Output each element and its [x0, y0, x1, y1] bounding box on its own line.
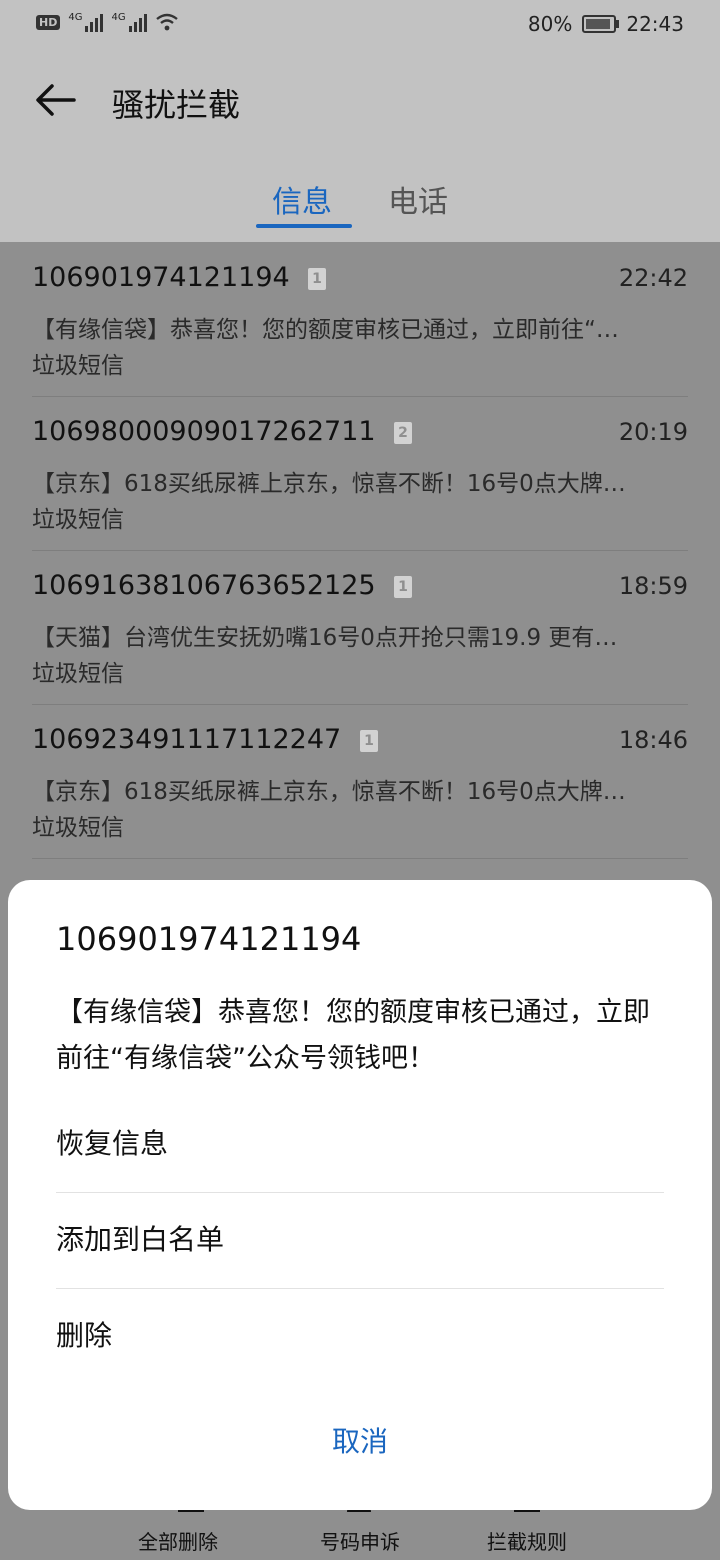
message-time: 20:19 [618, 418, 688, 446]
tab-calls[interactable]: 电话 [388, 177, 448, 221]
action-sheet: 106901974121194 【有缘信袋】恭喜您！您的额度审核已通过，立即前往… [8, 880, 712, 1510]
intercept-rules-button[interactable]: 拦截规则 [452, 1526, 602, 1555]
message-preview: 【京东】618买纸尿裤上京东，惊喜不断！16号0点大牌… [32, 471, 626, 497]
status-left: HD 4G 4G [36, 12, 179, 32]
spam-tag: 垃圾短信 [32, 507, 124, 533]
hd-icon: HD [36, 14, 61, 30]
tab-indicator [256, 224, 352, 228]
sheet-sender-number: 106901974121194 [56, 920, 362, 958]
sender-number: 10691638106763652125 [32, 570, 376, 601]
status-right: 80% 22:43 [528, 12, 684, 36]
spam-tag: 垃圾短信 [32, 815, 124, 841]
tab-bar: 信息 电话 [0, 177, 720, 228]
list-item[interactable]: 10698000909017262711 2 20:19 【京东】618买纸尿裤… [32, 396, 688, 551]
restore-message-button[interactable]: 恢复信息 [56, 1096, 664, 1193]
sim-card-icon: 1 [360, 730, 378, 752]
list-item[interactable]: 106901974121194 1 22:42 【有缘信袋】恭喜您！您的额度审核… [32, 242, 688, 397]
message-preview: 【有缘信袋】恭喜您！您的额度审核已通过，立即前往“… [32, 317, 619, 343]
back-arrow-icon[interactable] [34, 82, 78, 118]
sender-number: 106923491117112247 [32, 724, 342, 755]
wifi-icon [155, 13, 178, 31]
add-to-whitelist-button[interactable]: 添加到白名单 [56, 1192, 664, 1289]
delete-button[interactable]: 删除 [56, 1288, 664, 1384]
list-item[interactable]: 10691638106763652125 1 18:59 【天猫】台湾优生安抚奶… [32, 550, 688, 705]
signal-icon-sim1: 4G [68, 12, 104, 32]
spam-tag: 垃圾短信 [32, 661, 124, 687]
sim-card-icon: 1 [308, 268, 326, 290]
message-preview: 【天猫】台湾优生安抚奶嘴16号0点开抢只需19.9 更有… [32, 625, 618, 651]
page-title: 骚扰拦截 [112, 86, 241, 124]
message-preview: 【京东】618买纸尿裤上京东，惊喜不断！16号0点大牌… [32, 779, 626, 805]
message-time: 22:42 [618, 264, 688, 292]
sender-number: 10698000909017262711 [32, 416, 376, 447]
number-appeal-button[interactable]: 号码申诉 [285, 1526, 435, 1555]
message-list: 106901974121194 1 22:42 【有缘信袋】恭喜您！您的额度审核… [0, 242, 720, 902]
tab-messages[interactable]: 信息 [272, 177, 332, 221]
delete-all-button[interactable]: 全部删除 [103, 1526, 253, 1555]
status-bar: HD 4G 4G 80% 22:43 [0, 0, 720, 52]
sheet-message-body: 【有缘信袋】恭喜您！您的额度审核已通过，立即前往“有缘信袋”公众号领钱吧！ [56, 997, 650, 1074]
clock: 22:43 [626, 12, 684, 36]
battery-percent: 80% [527, 12, 573, 36]
spam-tag: 垃圾短信 [32, 353, 124, 379]
message-time: 18:46 [618, 726, 688, 754]
sender-number: 106901974121194 [32, 262, 290, 293]
cancel-button[interactable]: 取消 [8, 1420, 712, 1460]
app-header: 骚扰拦截 信息 电话 [0, 52, 720, 242]
battery-icon [582, 15, 620, 33]
sim-card-icon: 1 [394, 576, 412, 598]
message-time: 18:59 [618, 572, 688, 600]
signal-icon-sim2: 4G [111, 12, 147, 32]
sim-card-icon: 2 [394, 422, 412, 444]
list-item[interactable]: 106923491117112247 1 18:46 【京东】618买纸尿裤上京… [32, 704, 688, 859]
